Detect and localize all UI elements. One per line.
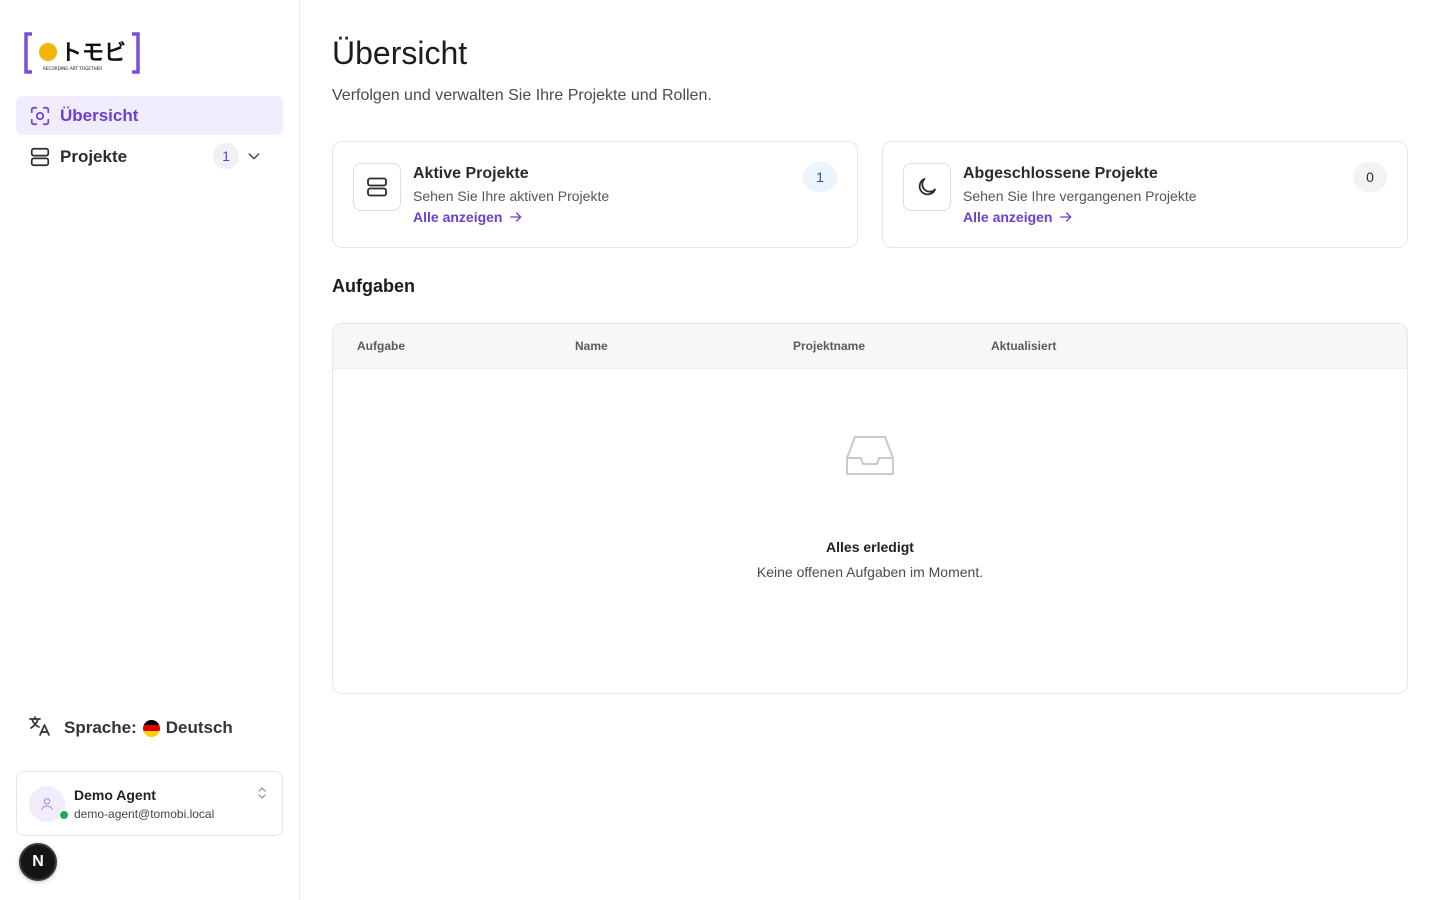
logo-tagline: RECORDING ART TOGETHER [43,66,102,71]
nextjs-devtools-button[interactable]: N [19,843,57,881]
column-header-task[interactable]: Aufgabe [357,339,405,353]
user-menu[interactable]: Demo Agent demo-agent@tomobi.local [16,771,283,836]
sidebar-item-overview[interactable]: Übersicht [16,96,283,135]
link-label: Alle anzeigen [413,209,503,225]
chevron-up-down-icon [256,785,268,801]
table-header: Aufgabe Name Projektname Aktualisiert [333,324,1407,369]
user-icon [41,798,53,811]
logo-wordmark: トモビ [60,41,126,66]
completed-projects-card: Abgeschlossene Projekte Sehen Sie Ihre v… [882,141,1408,248]
completed-projects-count: 0 [1353,162,1387,192]
projects-count-badge: 1 [213,143,239,169]
view-all-completed-link[interactable]: Alle anzeigen [963,209,1074,225]
arrow-right-icon [510,212,522,222]
active-projects-count: 1 [803,162,837,192]
empty-state-subtitle: Keine offenen Aufgaben im Moment. [756,564,984,580]
language-switcher[interactable]: Sprache: Deutsch [28,714,233,742]
card-description: Sehen Sie Ihre vergangenen Projekte [963,188,1197,204]
page-subtitle: Verfolgen und verwalten Sie Ihre Projekt… [332,87,712,104]
inbox-icon [844,434,896,478]
column-header-project[interactable]: Projektname [793,339,865,353]
main-content: Übersicht Verfolgen und verwalten Sie Ih… [300,0,1440,900]
sidebar-item-projects[interactable]: Projekte 1 [16,137,283,176]
arrow-right-icon [1060,212,1072,222]
translate-icon [28,714,52,743]
user-email: demo-agent@tomobi.local [74,807,215,821]
overview-scan-icon [28,104,52,128]
tasks-table: Aufgabe Name Projektname Aktualisiert Al… [332,323,1408,694]
card-title: Abgeschlossene Projekte [963,165,1158,182]
projects-stack-icon [28,145,52,169]
sidebar: トモビ RECORDING ART TOGETHER Übersicht Pro… [0,0,300,900]
active-projects-card: Aktive Projekte Sehen Sie Ihre aktiven P… [332,141,858,248]
app-logo[interactable]: トモビ RECORDING ART TOGETHER [24,32,140,74]
column-header-name[interactable]: Name [575,339,608,353]
online-status-dot [59,810,69,820]
germany-flag-icon [142,719,160,737]
sidebar-item-label: Übersicht [60,105,139,125]
page-title: Übersicht [332,35,468,71]
sidebar-item-label: Projekte [60,146,128,166]
tasks-section-title: Aufgaben [332,276,415,296]
chevron-down-icon[interactable] [243,145,265,167]
column-header-updated[interactable]: Aktualisiert [991,339,1056,353]
server-stack-icon [353,163,401,211]
language-value: Deutsch [165,718,233,737]
link-label: Alle anzeigen [963,209,1053,225]
view-all-active-link[interactable]: Alle anzeigen [413,209,524,225]
language-label: Sprache: [64,718,137,737]
moon-icon [903,163,951,211]
card-title: Aktive Projekte [413,165,529,182]
user-name: Demo Agent [74,787,156,803]
card-description: Sehen Sie Ihre aktiven Projekte [413,188,610,204]
empty-state-title: Alles erledigt [826,539,914,555]
